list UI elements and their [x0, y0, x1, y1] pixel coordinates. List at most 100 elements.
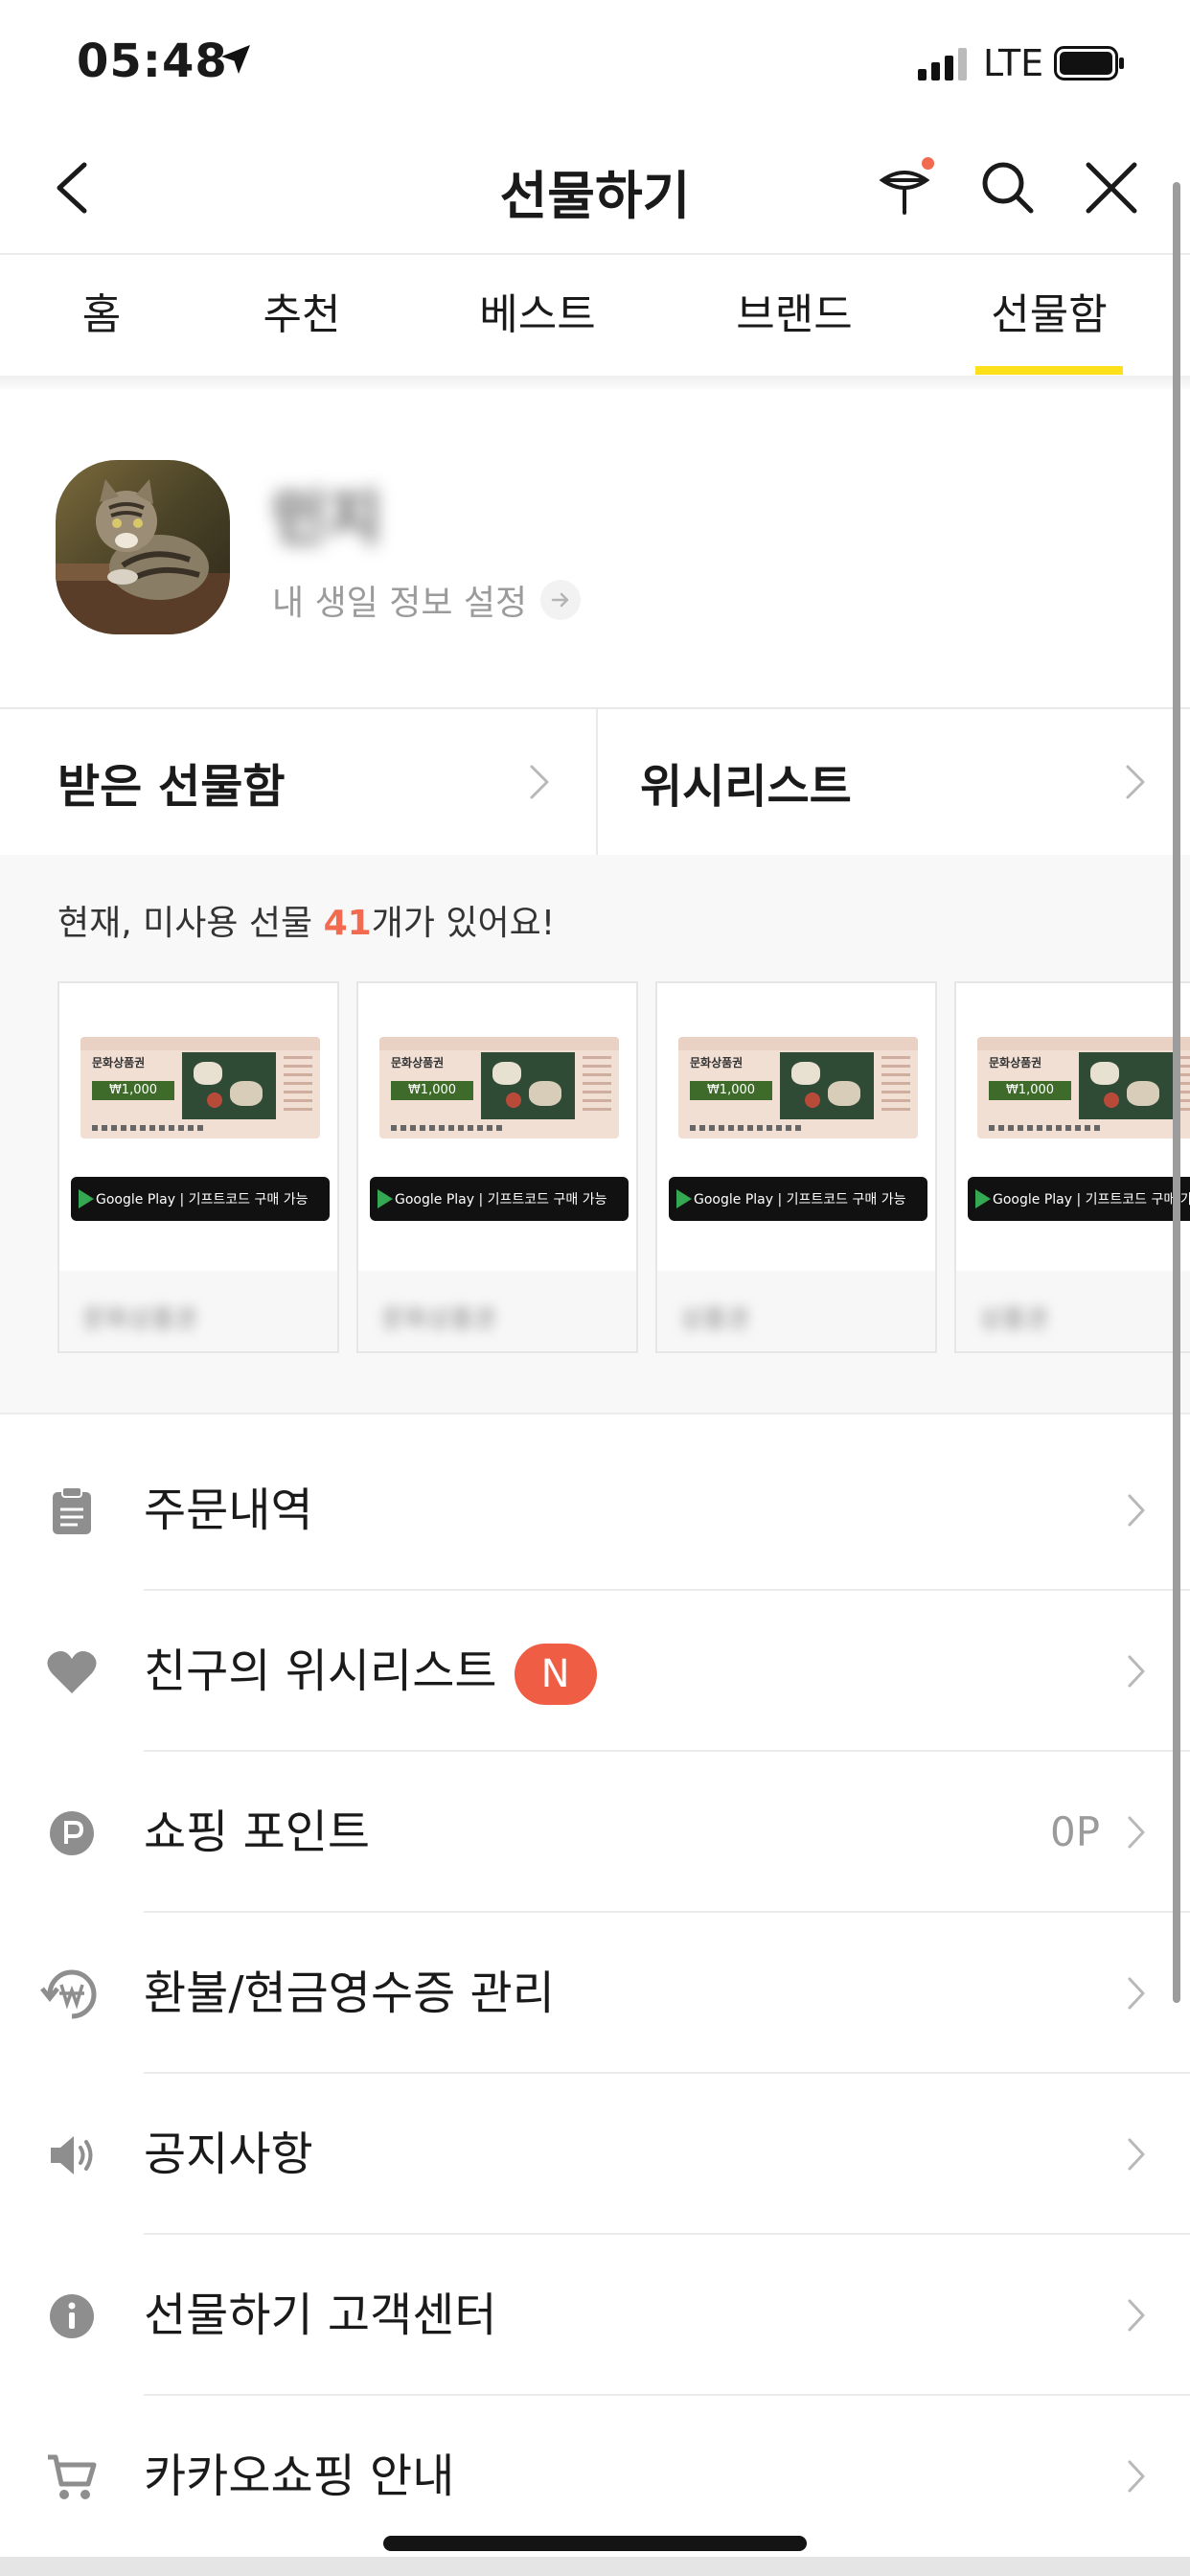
- menu-label: 주문내역: [144, 1484, 313, 1537]
- scrollbar[interactable]: [1173, 182, 1180, 2003]
- gift-card[interactable]: 문화상품권 ₩1,000 Google Play | 기프트코드 구매 가능 문…: [57, 981, 339, 1353]
- location-arrow-icon: [221, 45, 250, 74]
- tab-recommend[interactable]: 추천: [238, 255, 366, 378]
- menu-label: 선물하기 고객센터: [144, 2288, 497, 2342]
- menu-item-kakao-shopping-guide[interactable]: 카카오쇼핑 안내: [0, 2396, 1190, 2557]
- refund-icon: [38, 1963, 105, 2026]
- point-icon: [38, 1802, 105, 1865]
- unused-count: 41: [323, 904, 372, 943]
- notification-dot: [922, 157, 934, 170]
- wishlist-label: 위시리스트: [640, 760, 852, 814]
- unused-prefix: 현재, 미사용 선물: [57, 904, 324, 943]
- google-play-icon: [676, 1189, 692, 1208]
- info-icon: [38, 2285, 105, 2348]
- google-play-bar: Google Play | 기프트코드 구매 가능: [370, 1177, 629, 1221]
- bottom-bar: [0, 2557, 1190, 2576]
- voucher-title: 문화상품권: [989, 1056, 1042, 1070]
- received-giftbox-button[interactable]: 받은 선물함: [0, 709, 596, 855]
- menu-item-refund-receipt[interactable]: 환불/현금영수증 관리: [0, 1913, 1190, 2074]
- new-badge: N: [514, 1644, 597, 1705]
- menu-item-customer-center[interactable]: 선물하기 고객센터: [0, 2235, 1190, 2396]
- chevron-right-icon: [1128, 2138, 1145, 2171]
- speaker-icon: [38, 2124, 105, 2187]
- chevron-right-icon: [1126, 765, 1145, 799]
- signal-icon: [918, 48, 967, 80]
- avatar[interactable]: [56, 460, 230, 634]
- unused-gifts-summary: 현재, 미사용 선물 41개가 있어요!: [57, 895, 555, 945]
- voucher-title: 문화상품권: [92, 1056, 146, 1070]
- gift-card[interactable]: 문화상품권 ₩1,000 Google Play | 기프트코드 구매 가능 문…: [356, 981, 638, 1353]
- home-indicator[interactable]: [383, 2536, 807, 2551]
- menu-item-shopping-points[interactable]: 쇼핑 포인트 0P: [0, 1752, 1190, 1913]
- menu-item-notices[interactable]: 공지사항: [0, 2074, 1190, 2235]
- divider-shadow: [0, 376, 1190, 389]
- gift-card-name: 문화상품권: [82, 1305, 197, 1334]
- gift-card-name: 상품권: [680, 1305, 749, 1334]
- cat-photo: [56, 460, 230, 634]
- giftbox-wishlist-row: 받은 선물함 위시리스트: [0, 707, 1190, 857]
- google-play-icon: [79, 1189, 94, 1208]
- google-play-text: Google Play | 기프트코드 구매 가능: [993, 1192, 1190, 1208]
- birthday-settings-label: 내 생일 정보 설정: [272, 584, 528, 623]
- status-time: 05:48: [77, 34, 228, 88]
- menu-item-friends-wishlist[interactable]: 친구의 위시리스트 N: [0, 1591, 1190, 1752]
- heart-icon: [38, 1641, 105, 1704]
- tab-giftbox[interactable]: 선물함: [975, 255, 1123, 378]
- unused-gifts-section: 현재, 미사용 선물 41개가 있어요! 문화상품권 ₩1,000 Google…: [0, 855, 1190, 1414]
- voucher-image: 문화상품권 ₩1,000: [678, 1037, 918, 1138]
- voucher-title: 문화상품권: [391, 1056, 445, 1070]
- google-play-text: Google Play | 기프트코드 구매 가능: [694, 1192, 906, 1208]
- voucher-amount: ₩1,000: [391, 1081, 473, 1100]
- chevron-right-icon: [1128, 1816, 1145, 1849]
- tab-best[interactable]: 베스트: [466, 255, 609, 378]
- received-giftbox-label: 받은 선물함: [57, 760, 286, 814]
- menu-label: 공지사항: [144, 2128, 313, 2181]
- voucher-image: 문화상품권 ₩1,000: [379, 1037, 619, 1138]
- voucher-image: 문화상품권 ₩1,000: [80, 1037, 320, 1138]
- arrow-right-icon: [540, 580, 582, 620]
- close-icon: [1086, 162, 1137, 214]
- tab-home[interactable]: 홈: [46, 255, 157, 378]
- birthday-settings-link[interactable]: 내 생일 정보 설정: [272, 575, 582, 625]
- gift-card[interactable]: 문화상품권 ₩1,000 Google Play | 기프트코드 구매 가능 상…: [655, 981, 937, 1353]
- gift-card-name: 상품권: [979, 1305, 1048, 1334]
- cart-icon: [38, 2446, 105, 2509]
- menu-label: 환불/현금영수증 관리: [144, 1966, 555, 2020]
- chevron-right-icon: [1128, 1494, 1145, 1527]
- close-button[interactable]: [1075, 151, 1148, 224]
- google-play-bar: Google Play | 기프트코드 구매 가능: [669, 1177, 927, 1221]
- wishlist-button[interactable]: 위시리스트: [598, 709, 1190, 855]
- menu-label: 쇼핑 포인트: [144, 1806, 371, 1859]
- chevron-right-icon: [530, 765, 549, 799]
- nav-header: 선물하기: [0, 125, 1190, 253]
- google-play-bar: Google Play | 기프트코드 구매 가능: [71, 1177, 330, 1221]
- battery-icon: [1054, 46, 1124, 80]
- search-button[interactable]: [972, 151, 1044, 224]
- gift-card[interactable]: 문화상품권 ₩1,000 Google Play | 기프트코드 구매 가능 상…: [954, 981, 1190, 1353]
- google-play-icon: [975, 1189, 991, 1208]
- gift-card-name: 문화상품권: [381, 1305, 496, 1334]
- menu-label-text: 친구의 위시리스트: [144, 1644, 497, 1698]
- voucher-image: 문화상품권 ₩1,000: [977, 1037, 1190, 1138]
- active-tab-indicator: [975, 366, 1123, 375]
- google-play-icon: [378, 1189, 393, 1208]
- tab-bar: 홈 추천 베스트 브랜드 선물함: [0, 253, 1190, 380]
- points-value: 0P: [1050, 1808, 1101, 1855]
- menu-label: 카카오쇼핑 안내: [144, 2450, 455, 2503]
- chevron-right-icon: [1128, 2299, 1145, 2332]
- voucher-title: 문화상품권: [690, 1056, 744, 1070]
- lollipop-button[interactable]: [868, 151, 941, 224]
- voucher-amount: ₩1,000: [92, 1081, 174, 1100]
- tab-brand[interactable]: 브랜드: [722, 255, 866, 378]
- voucher-amount: ₩1,000: [690, 1081, 772, 1100]
- status-bar: 05:48 LTE: [0, 0, 1190, 125]
- menu-item-order-history[interactable]: 주문내역: [0, 1430, 1190, 1591]
- google-play-bar: Google Play | 기프트코드 구매 가능: [968, 1177, 1190, 1221]
- menu-label: 친구의 위시리스트 N: [144, 1591, 597, 1752]
- google-play-text: Google Play | 기프트코드 구매 가능: [96, 1192, 309, 1208]
- network-type: LTE: [983, 42, 1044, 84]
- profile-name: 민지: [272, 483, 382, 553]
- chevron-right-icon: [1128, 2460, 1145, 2493]
- chevron-right-icon: [1128, 1977, 1145, 2010]
- clipboard-icon: [38, 1480, 105, 1543]
